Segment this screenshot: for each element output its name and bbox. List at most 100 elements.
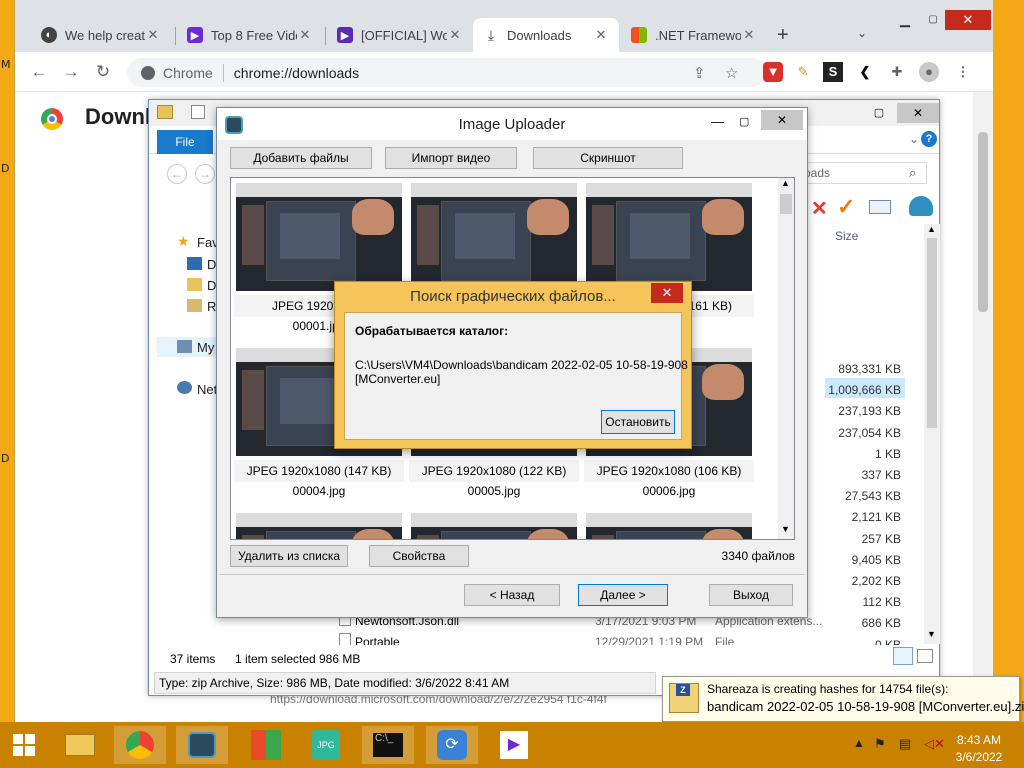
s-extension-icon[interactable]: S <box>823 62 843 82</box>
properties-icon[interactable] <box>191 105 205 119</box>
close-tab-icon[interactable]: ✕ <box>593 27 609 43</box>
uploader-minimize-button[interactable]: — <box>711 114 724 129</box>
share-icon[interactable]: ⇪ <box>693 64 706 82</box>
windows-logo-icon <box>13 734 35 756</box>
explorer-back-icon[interactable]: ← <box>167 164 187 184</box>
back-button[interactable]: < Назад <box>464 584 560 606</box>
current-path-line1: C:\Users\VM4\Downloads\bandicam 2022-02-… <box>355 358 688 372</box>
shell-icon[interactable] <box>909 196 933 216</box>
uploader-maximize-button[interactable]: ▢ <box>739 115 749 128</box>
profile-avatar-icon[interactable]: ● <box>919 62 939 82</box>
chrome-page-icon <box>141 65 155 80</box>
flag-icon[interactable]: ⚑ <box>874 736 886 752</box>
start-button[interactable] <box>0 726 48 764</box>
network-tray-icon[interactable]: ▤ <box>899 736 911 752</box>
file-list-scrollbar[interactable]: ▲ ▼ <box>924 224 940 644</box>
close-tab-icon[interactable]: ✕ <box>741 27 757 43</box>
import-video-button[interactable]: Импорт видео <box>385 147 517 169</box>
properties-button[interactable]: Свойства <box>369 545 469 567</box>
close-window-button[interactable]: ✕ <box>945 10 991 30</box>
video-app-taskbar-icon[interactable]: ▶ <box>488 726 540 764</box>
details-view-icon[interactable] <box>893 647 913 665</box>
explorer-maximize-button[interactable]: ▢ <box>863 103 895 123</box>
brave-shield-icon[interactable]: ▼ <box>763 62 783 82</box>
tab-we-help[interactable]: ◐ We help creato ✕ <box>31 18 171 52</box>
exit-button[interactable]: Выход <box>709 584 793 606</box>
multicolor-app-taskbar-icon[interactable] <box>240 726 292 764</box>
tab-downloads[interactable]: ⤓ Downloads ✕ <box>473 18 619 52</box>
volume-muted-icon[interactable]: ◁✕ <box>924 736 945 752</box>
file-count: 3340 файлов <box>721 549 795 563</box>
nav-network[interactable]: Net <box>197 382 217 397</box>
clock-time[interactable]: 8:43 AM <box>944 733 1014 747</box>
dialog-close-button[interactable]: ✕ <box>651 283 683 303</box>
file-explorer-taskbar-icon[interactable] <box>54 726 106 764</box>
scroll-down-icon[interactable]: ▼ <box>781 524 790 534</box>
scroll-up-icon[interactable]: ▲ <box>927 224 936 234</box>
rename-icon[interactable] <box>869 200 891 214</box>
add-files-button[interactable]: Добавить файлы <box>230 147 372 169</box>
tab-dotnet[interactable]: .NET Framewor ✕ <box>621 18 767 52</box>
sync-app-taskbar-icon[interactable]: ⟳ <box>426 726 478 764</box>
close-tab-icon[interactable]: ✕ <box>447 27 463 43</box>
notification-line1: Shareaza is creating hashes for 14754 fi… <box>707 682 949 696</box>
screenshot-button[interactable]: Скриншот <box>533 147 683 169</box>
checkmark-icon[interactable]: ✓ <box>837 194 855 220</box>
item-count: 37 items <box>170 652 216 666</box>
chrome-taskbar-icon[interactable] <box>114 726 166 764</box>
chevron-extension-icon[interactable]: ❮ <box>855 62 875 82</box>
thumbnail-filename: 00006.jpg <box>642 484 696 498</box>
extensions-puzzle-icon[interactable]: ✚ <box>887 62 907 82</box>
tab-top8[interactable]: ▶ Top 8 Free Vide ✕ <box>177 18 323 52</box>
nav-downloads[interactable]: D <box>207 278 216 293</box>
page-scrollbar[interactable] <box>973 92 993 722</box>
size-column-header[interactable]: Size <box>835 229 858 243</box>
back-icon[interactable]: ← <box>27 60 51 84</box>
explorer-close-button[interactable]: ✕ <box>897 103 939 123</box>
file-menu-button[interactable]: File <box>157 130 213 154</box>
tab-official[interactable]: ▶ [OFFICIAL] Won ✕ <box>327 18 473 52</box>
thumbnail-scrollbar[interactable]: ▲ ▼ <box>778 178 794 539</box>
tab-search-chevron-icon[interactable]: ⌄ <box>857 26 867 40</box>
desktop-icon-label: D <box>1 162 10 175</box>
close-tab-icon[interactable]: ✕ <box>297 27 313 43</box>
bookmark-star-icon[interactable]: ☆ <box>725 64 738 82</box>
image-uploader-taskbar-icon[interactable] <box>176 726 228 764</box>
nav-my-computer[interactable]: My <box>197 340 214 355</box>
close-tab-icon[interactable]: ✕ <box>145 27 161 43</box>
search-icon[interactable]: ⌕ <box>909 165 916 181</box>
microsoft-icon <box>631 27 647 43</box>
pencil-extension-icon[interactable]: ✎ <box>793 62 813 82</box>
terminal-taskbar-icon[interactable]: C:\_ <box>362 726 414 764</box>
stop-button[interactable]: Остановить <box>601 410 675 434</box>
show-hidden-icons[interactable]: ▲ <box>853 736 865 750</box>
uploader-close-button[interactable]: ✕ <box>761 110 803 130</box>
large-icons-view-icon[interactable] <box>917 649 933 663</box>
scroll-down-icon[interactable]: ▼ <box>927 629 936 639</box>
remove-from-list-button[interactable]: Удалить из списка <box>230 545 348 567</box>
thumbnail-item[interactable] <box>234 511 404 539</box>
forward-icon[interactable]: → <box>59 60 83 84</box>
new-tab-button[interactable]: + <box>777 24 789 47</box>
address-bar[interactable]: Chrome chrome://downloads ⇪ ☆ <box>127 58 767 87</box>
explorer-forward-icon[interactable]: → <box>195 164 215 184</box>
chrome-toolbar: ← → ↻ Chrome chrome://downloads ⇪ ☆ ▼ ✎ … <box>15 52 993 92</box>
thumbnail-item[interactable] <box>584 511 754 539</box>
jpg-app-taskbar-icon[interactable]: JPG <box>300 726 352 764</box>
nav-desktop[interactable]: D <box>207 257 216 272</box>
clock-date[interactable]: 3/6/2022 <box>944 750 1014 764</box>
explorer-search-input[interactable]: oads <box>799 162 927 184</box>
help-icon[interactable]: ? <box>921 131 937 147</box>
shareaza-notification[interactable]: Z Shareaza is creating hashes for 14754 … <box>662 676 1024 722</box>
thumbnail-image <box>236 183 402 291</box>
ribbon-expand-icon[interactable]: ⌄ <box>909 132 919 146</box>
scroll-up-icon[interactable]: ▲ <box>781 178 790 188</box>
address-url[interactable]: chrome://downloads <box>234 65 359 81</box>
network-icon <box>177 381 192 394</box>
delete-x-icon[interactable]: ✕ <box>811 196 828 221</box>
reload-icon[interactable]: ↻ <box>91 60 115 84</box>
next-button[interactable]: Далее > <box>578 584 668 606</box>
nav-recent[interactable]: R <box>207 299 216 314</box>
menu-kebab-icon[interactable]: ⋮ <box>953 62 973 82</box>
thumbnail-item[interactable] <box>409 511 579 539</box>
